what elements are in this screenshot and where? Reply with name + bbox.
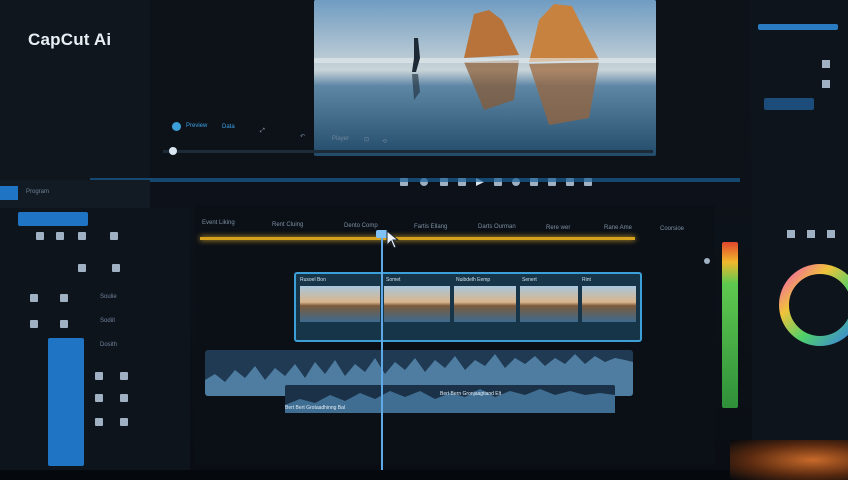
tool-icon[interactable] xyxy=(95,394,103,402)
clip-caption: Rint xyxy=(582,277,591,283)
play-indicator-icon[interactable] xyxy=(172,122,181,131)
selected-tool-column[interactable] xyxy=(48,338,84,466)
clip-thumbnail xyxy=(582,286,636,322)
meter-knob-icon[interactable] xyxy=(704,258,710,264)
tool-icon[interactable] xyxy=(56,232,64,240)
ruler-label: Coorsioe xyxy=(660,226,685,232)
ruler-label: Darts Ourman xyxy=(478,224,516,230)
ruler-label: Event Liking xyxy=(202,220,235,226)
tool-icon[interactable] xyxy=(120,418,128,426)
timeline-ruler-labels: Event Liking Rent Cluing Dento Comp Fart… xyxy=(200,220,700,232)
playhead[interactable] xyxy=(381,232,383,470)
settings-icon[interactable]: ⊡ xyxy=(364,136,369,143)
tool-icon[interactable] xyxy=(78,264,86,272)
tool-item-label: Sodiit xyxy=(100,318,116,324)
clip-caption: Senert xyxy=(522,277,537,283)
ruler-label: Fartis Ellang xyxy=(414,224,448,230)
audio-level-meter xyxy=(722,242,738,408)
ruler-label: Rere wer xyxy=(546,225,571,231)
color-wheel[interactable] xyxy=(778,255,848,365)
tool-icon[interactable] xyxy=(30,320,38,328)
clip-caption: Somet xyxy=(386,277,401,283)
tool-icon[interactable] xyxy=(787,230,795,238)
ruler-label: Dento Comp xyxy=(344,223,378,229)
tool-icon[interactable] xyxy=(60,320,68,328)
tool-icon[interactable] xyxy=(110,232,118,240)
clip-thumbnail xyxy=(520,286,578,322)
tool-icon[interactable] xyxy=(30,294,38,302)
beach-scene-image xyxy=(314,0,656,156)
clip-thumbnail xyxy=(300,286,380,322)
ruler-label: Rent Cluing xyxy=(272,222,304,228)
tool-icon[interactable] xyxy=(95,372,103,380)
loop-icon[interactable]: ⟲ xyxy=(382,138,387,145)
progress-handle[interactable] xyxy=(169,147,177,155)
selected-tool-row[interactable] xyxy=(18,212,88,226)
ruler-label: Rane Ame xyxy=(604,225,633,231)
preview-label[interactable]: Preview xyxy=(186,123,207,129)
tool-icon[interactable] xyxy=(120,372,128,380)
tab-program[interactable]: Program xyxy=(26,189,49,195)
preview-video[interactable] xyxy=(314,0,656,156)
undo-icon[interactable]: ↶ xyxy=(300,133,305,140)
tool-icon[interactable] xyxy=(78,232,86,240)
inspector-selected-row[interactable] xyxy=(764,98,814,110)
audio-caption: Bert Bern Gronjaagtiand Elt xyxy=(440,391,502,397)
player-label: Player xyxy=(332,136,350,142)
tool-icon[interactable] xyxy=(120,394,128,402)
tool-icon[interactable] xyxy=(36,232,44,240)
audio-caption: Bert Bert Grotaadhinng Bal xyxy=(285,405,346,411)
video-clip-track[interactable]: Rusoel Bon Somet Nuibdelh Eemp Senert Ri… xyxy=(294,272,642,342)
clip-thumbnail xyxy=(454,286,516,322)
preview-progress-bar[interactable] xyxy=(163,147,653,155)
work-area-bar[interactable] xyxy=(200,237,635,240)
tool-item-label: Soulie xyxy=(100,294,117,300)
tool-icon[interactable] xyxy=(827,230,835,238)
inspector-header-bar xyxy=(758,24,838,30)
clip-caption: Rusoel Bon xyxy=(300,277,326,283)
tool-icon[interactable] xyxy=(112,264,120,272)
close-icon[interactable] xyxy=(822,60,830,68)
capcut-logo: CapCut Ai xyxy=(28,30,112,49)
data-tab[interactable]: Data xyxy=(222,124,235,130)
expand-icon[interactable]: ⤢ xyxy=(260,128,265,135)
background-light xyxy=(730,440,848,480)
panel-divider xyxy=(90,178,740,182)
clip-thumbnail xyxy=(384,286,450,322)
audio-track-secondary[interactable]: Bert Bert Grotaadhinng Bal Bert Bern Gro… xyxy=(285,385,615,413)
close-icon[interactable] xyxy=(822,80,830,88)
left-tabs: Program xyxy=(0,180,150,208)
tab-active-indicator[interactable] xyxy=(0,186,18,200)
mouse-cursor-icon xyxy=(386,230,400,249)
tool-item-label: Dosith xyxy=(100,342,118,348)
tool-icon[interactable] xyxy=(60,294,68,302)
clip-caption: Nuibdelh Eemp xyxy=(456,277,491,283)
tool-icon[interactable] xyxy=(95,418,103,426)
inspector-panel xyxy=(752,0,848,470)
tools-panel: Soulie Sodiit Dosith xyxy=(0,208,190,470)
tool-icon[interactable] xyxy=(807,230,815,238)
